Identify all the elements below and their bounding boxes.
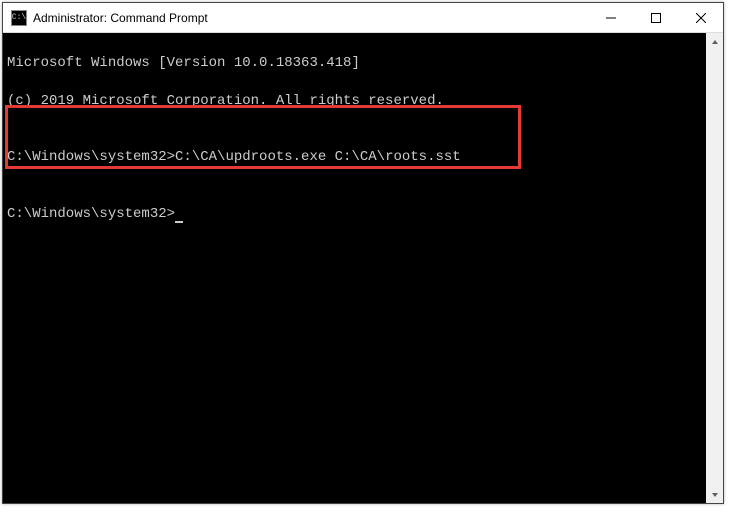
content-area: Microsoft Windows [Version 10.0.18363.41… (3, 33, 723, 503)
prompt: C:\Windows\system32> (7, 206, 175, 222)
close-button[interactable] (678, 3, 723, 32)
terminal-line: Microsoft Windows [Version 10.0.18363.41… (7, 54, 702, 73)
prompt: C:\Windows\system32> (7, 149, 175, 165)
app-icon-label: C:\ (12, 13, 26, 22)
terminal-line: C:\Windows\system32> (7, 205, 702, 224)
maximize-icon (651, 13, 661, 23)
cursor (175, 221, 183, 223)
minimize-icon (606, 13, 616, 23)
terminal-line: C:\Windows\system32>C:\CA\updroots.exe C… (7, 148, 702, 167)
scrollbar-down-arrow[interactable] (706, 486, 723, 503)
scrollbar-up-arrow[interactable] (706, 33, 723, 50)
window-controls (588, 3, 723, 32)
close-icon (696, 13, 706, 23)
window-title: Administrator: Command Prompt (33, 11, 588, 25)
terminal[interactable]: Microsoft Windows [Version 10.0.18363.41… (3, 33, 706, 503)
command-prompt-window: C:\ Administrator: Command Prompt Micros… (2, 2, 724, 504)
chevron-down-icon (711, 491, 719, 499)
scrollbar-track[interactable] (706, 50, 723, 486)
terminal-line: (c) 2019 Microsoft Corporation. All righ… (7, 92, 702, 111)
app-icon: C:\ (11, 10, 27, 26)
maximize-button[interactable] (633, 3, 678, 32)
vertical-scrollbar[interactable] (706, 33, 723, 503)
chevron-up-icon (711, 38, 719, 46)
command-text: C:\CA\updroots.exe C:\CA\roots.sst (175, 149, 461, 165)
minimize-button[interactable] (588, 3, 633, 32)
titlebar[interactable]: C:\ Administrator: Command Prompt (3, 3, 723, 33)
